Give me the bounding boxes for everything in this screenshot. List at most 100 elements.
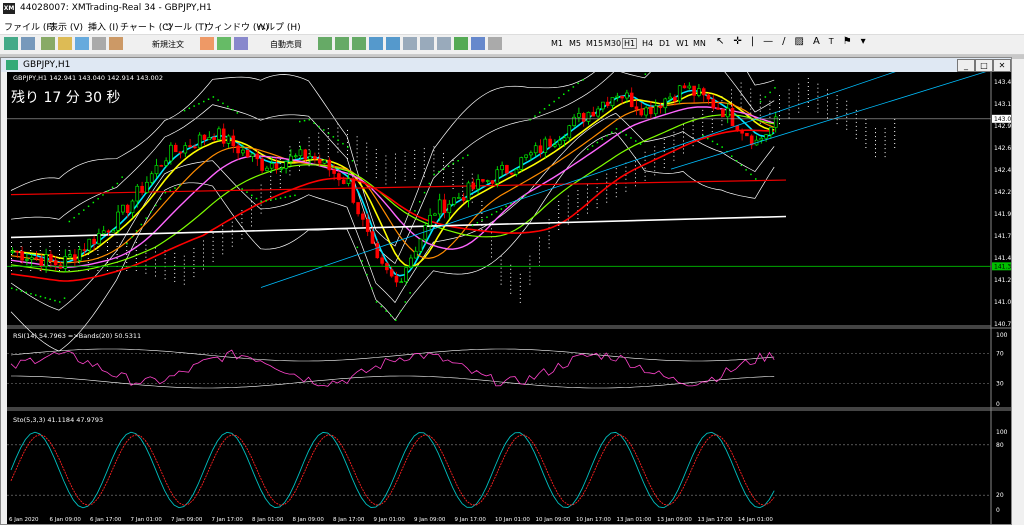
candle-body bbox=[558, 140, 561, 144]
cloud-dot bbox=[88, 270, 89, 271]
candle-body bbox=[491, 181, 494, 184]
signals-icon[interactable] bbox=[217, 37, 231, 50]
tester-icon[interactable] bbox=[109, 37, 123, 50]
cloud-dot bbox=[846, 113, 847, 114]
sar-dot bbox=[337, 140, 339, 142]
tile-icon[interactable] bbox=[403, 37, 417, 50]
candle-body bbox=[395, 276, 398, 282]
meta-editor-icon[interactable] bbox=[200, 37, 214, 50]
cloud-dot bbox=[289, 170, 290, 171]
auto-trading-button[interactable]: 自動売買 bbox=[270, 39, 302, 53]
tf-w1[interactable]: W1 bbox=[676, 39, 689, 48]
candle-body bbox=[477, 179, 480, 189]
cloud-dot bbox=[145, 273, 146, 274]
zoom-out-icon[interactable] bbox=[386, 37, 400, 50]
terminal-icon[interactable] bbox=[92, 37, 106, 50]
sar-dot bbox=[390, 315, 392, 317]
cloud-dot bbox=[539, 261, 540, 262]
cloud-dot bbox=[885, 144, 886, 145]
autoscroll-icon[interactable] bbox=[420, 37, 434, 50]
candle-body bbox=[539, 146, 542, 153]
candle-body bbox=[126, 205, 129, 213]
indicators-icon[interactable] bbox=[454, 37, 468, 50]
candle-body bbox=[587, 112, 590, 121]
templates-icon[interactable] bbox=[488, 37, 502, 50]
tf-m1[interactable]: M1 bbox=[551, 39, 563, 48]
sar-dot bbox=[213, 96, 215, 98]
cloud-dot bbox=[337, 128, 338, 129]
market-watch-icon[interactable] bbox=[41, 37, 55, 50]
minimize-button[interactable]: _ bbox=[957, 59, 975, 72]
cloud-dot bbox=[846, 121, 847, 122]
sar-dot bbox=[304, 120, 306, 122]
candle-chart-icon[interactable] bbox=[335, 37, 349, 50]
rsi-level-label: 0 bbox=[996, 401, 1000, 408]
cloud-dot bbox=[875, 156, 876, 157]
sto-level-label: 20 bbox=[996, 492, 1004, 499]
candle-body bbox=[707, 95, 710, 99]
candle-body bbox=[16, 251, 19, 252]
zoom-in-icon[interactable] bbox=[369, 37, 383, 50]
menu-insert[interactable]: 挿入 (I) bbox=[88, 20, 119, 33]
tf-mn[interactable]: MN bbox=[693, 39, 706, 48]
cloud-dot bbox=[606, 190, 607, 191]
cloud-dot bbox=[827, 109, 828, 110]
periods-icon[interactable] bbox=[471, 37, 485, 50]
chart-shift-icon[interactable] bbox=[437, 37, 451, 50]
cloud-dot bbox=[165, 254, 166, 255]
candle-body bbox=[121, 205, 124, 212]
profiles-icon[interactable] bbox=[21, 37, 35, 50]
tf-m30[interactable]: M30 bbox=[604, 39, 621, 48]
cloud-dot bbox=[251, 209, 252, 210]
sar-dot bbox=[275, 198, 277, 200]
tf-m5[interactable]: M5 bbox=[569, 39, 581, 48]
sar-dot bbox=[462, 157, 464, 159]
cloud-dot bbox=[443, 153, 444, 154]
sar-dot bbox=[645, 73, 647, 75]
menu-tools[interactable]: ツール (T) bbox=[165, 20, 207, 33]
cloud-dot bbox=[683, 152, 684, 153]
cloud-dot bbox=[760, 99, 761, 100]
sar-dot bbox=[169, 190, 171, 192]
tf-h1[interactable]: H1 bbox=[622, 38, 637, 49]
menu-view[interactable]: 表示 (V) bbox=[49, 20, 83, 33]
navigator-icon[interactable] bbox=[75, 37, 89, 50]
new-order-button[interactable]: 新規注文 bbox=[152, 39, 184, 53]
cloud-dot bbox=[462, 171, 463, 172]
cloud-dot bbox=[145, 253, 146, 254]
cloud-dot bbox=[165, 262, 166, 263]
close-button[interactable]: ✕ bbox=[993, 59, 1011, 72]
cloud-dot bbox=[385, 155, 386, 156]
data-window-icon[interactable] bbox=[58, 37, 72, 50]
cloud-dot bbox=[11, 242, 12, 243]
cloud-dot bbox=[837, 103, 838, 104]
cloud-dot bbox=[414, 150, 415, 151]
cloud-dot bbox=[750, 97, 751, 98]
cloud-dot bbox=[616, 168, 617, 169]
line-chart-icon[interactable] bbox=[352, 37, 366, 50]
cloud-dot bbox=[405, 172, 406, 173]
price-label: 141.965 bbox=[994, 211, 1011, 218]
chat-icon[interactable] bbox=[234, 37, 248, 50]
cloud-dot bbox=[40, 270, 41, 271]
tf-h4[interactable]: H4 bbox=[642, 39, 653, 48]
new-chart-icon[interactable] bbox=[4, 37, 18, 50]
cloud-dot bbox=[299, 146, 300, 147]
tf-m15[interactable]: M15 bbox=[586, 39, 603, 48]
drawing-tools[interactable]: ↖✛|—/▨AT⚑▾ bbox=[716, 36, 875, 50]
candle-body bbox=[217, 129, 220, 140]
menu-file[interactable]: ファイル (F) bbox=[4, 20, 55, 33]
cloud-dot bbox=[472, 202, 473, 203]
hline-price-label: 141.383 bbox=[994, 263, 1011, 270]
chart-canvas[interactable]: 10070300 10080200 GBPJPY,H1 142.941 143.… bbox=[1, 72, 1011, 524]
cloud-dot bbox=[693, 121, 694, 122]
cloud-dot bbox=[817, 108, 818, 109]
bar-chart-icon[interactable] bbox=[318, 37, 332, 50]
maximize-button[interactable]: □ bbox=[975, 59, 993, 72]
tf-d1[interactable]: D1 bbox=[659, 39, 670, 48]
menu-help[interactable]: ヘルプ (H) bbox=[257, 20, 301, 33]
sar-dot bbox=[141, 224, 143, 226]
cloud-dot bbox=[808, 106, 809, 107]
rsi-level-label: 30 bbox=[996, 381, 1004, 388]
cloud-dot bbox=[731, 93, 732, 94]
